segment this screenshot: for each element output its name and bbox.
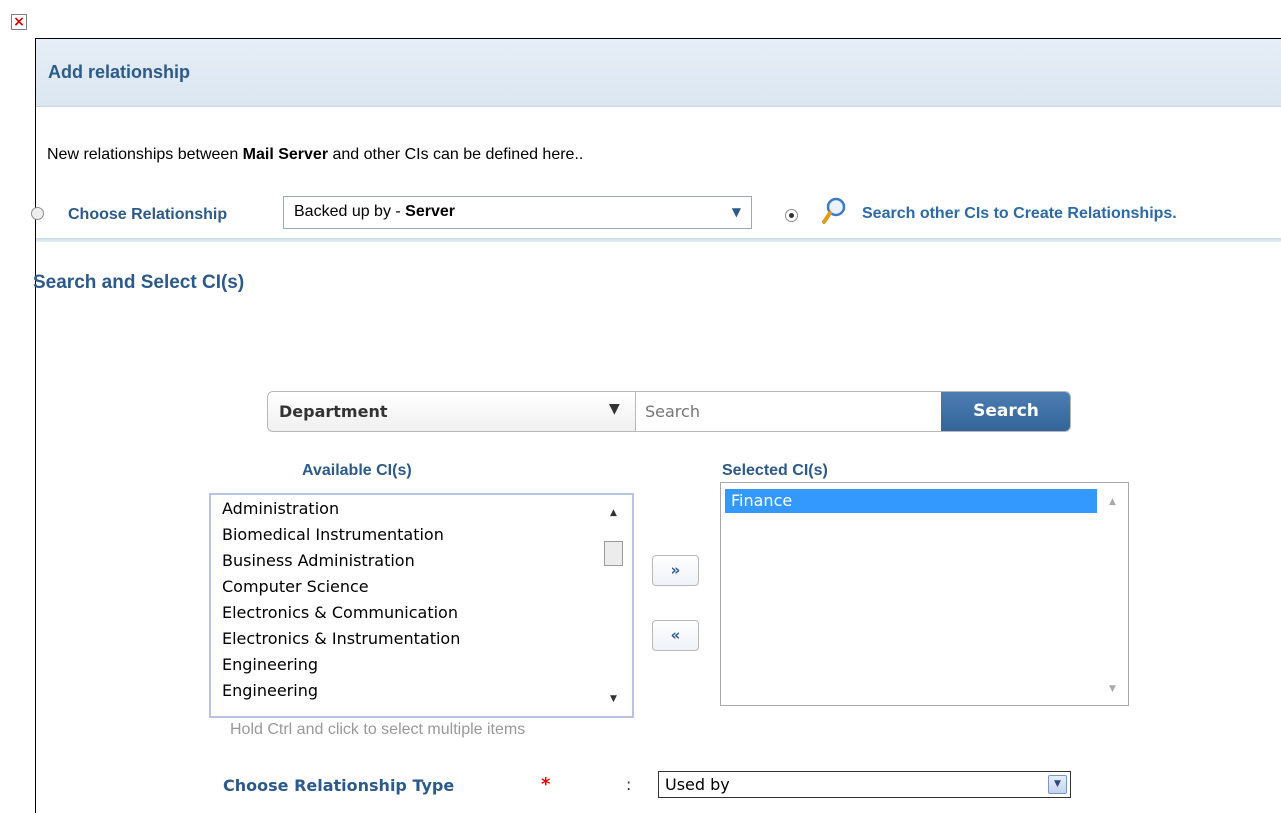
list-item[interactable]: Computer Science (222, 577, 369, 596)
add-selected-button[interactable]: » (652, 555, 699, 586)
section-divider (36, 238, 1281, 242)
chevron-down-icon[interactable]: ▼ (1048, 775, 1067, 794)
section-title: Search and Select CI(s) (33, 272, 245, 293)
list-item[interactable]: Engineering (222, 655, 318, 674)
selected-list-item[interactable]: Finance (725, 489, 1097, 513)
list-item[interactable]: Biomedical Instrumentation (222, 525, 444, 544)
dialog-titlebar (36, 39, 1281, 107)
filter-select[interactable]: Department (279, 402, 387, 421)
label-colon: : (626, 775, 632, 794)
relationship-value-prefix: Backed up by - (294, 203, 406, 220)
intro-prefix: New relationships between (47, 146, 243, 163)
relationship-value-bold: Server (405, 203, 455, 220)
scroll-down-icon[interactable]: ▼ (610, 694, 617, 704)
relationship-type-select[interactable]: Used by ▼ (658, 771, 1071, 798)
search-input[interactable] (635, 392, 941, 431)
relationship-type-value: Used by (665, 775, 730, 794)
scrollbar-thumb[interactable] (604, 541, 623, 566)
remove-selected-button[interactable]: « (652, 620, 699, 651)
search-button[interactable]: Search (941, 392, 1070, 431)
choose-relationship-label[interactable]: Choose Relationship (68, 206, 227, 224)
list-item[interactable]: Engineering (222, 681, 318, 700)
scroll-up-icon[interactable]: ▲ (610, 508, 617, 518)
dialog-title: Add relationship (48, 62, 191, 82)
relationship-type-label: Choose Relationship Type (223, 776, 455, 795)
relationship-select[interactable]: Backed up by - Server ▼ (283, 196, 752, 229)
chevron-down-icon: ▼ (731, 205, 741, 219)
list-item[interactable]: Electronics & Instrumentation (222, 629, 460, 648)
choose-relationship-radio[interactable] (31, 207, 44, 220)
scroll-up-icon[interactable]: ▲ (1109, 497, 1116, 507)
selected-cis-list[interactable] (720, 482, 1129, 706)
available-cis-list[interactable]: Administration Biomedical Instrumentatio… (209, 493, 634, 718)
multi-select-hint: Hold Ctrl and click to select multiple i… (230, 721, 526, 738)
magnifier-icon (822, 197, 846, 224)
search-cis-radio[interactable] (785, 209, 798, 222)
close-icon[interactable]: × (11, 14, 27, 30)
scroll-down-icon[interactable]: ▼ (1109, 684, 1116, 694)
search-bar: Department ▼ Search (267, 391, 1071, 432)
available-list-scrollbar[interactable]: ▲ ▼ (602, 498, 626, 712)
intro-text: New relationships between Mail Server an… (47, 146, 583, 164)
dropdown-arrow-icon[interactable]: ▼ (609, 401, 620, 417)
required-marker: * (541, 774, 551, 795)
intro-ci-name: Mail Server (242, 146, 329, 163)
intro-suffix: and other CIs can be defined here.. (328, 146, 584, 163)
available-cis-title: Available CI(s) (302, 462, 412, 479)
search-other-cis-link[interactable]: Search other CIs to Create Relationships… (862, 205, 1177, 223)
list-item[interactable]: Business Administration (222, 551, 415, 570)
relationship-select-value: Backed up by - Server (294, 203, 455, 221)
list-item[interactable]: Electronics & Communication (222, 603, 458, 622)
selected-cis-title: Selected CI(s) (722, 462, 828, 479)
list-item[interactable]: Administration (222, 499, 339, 518)
